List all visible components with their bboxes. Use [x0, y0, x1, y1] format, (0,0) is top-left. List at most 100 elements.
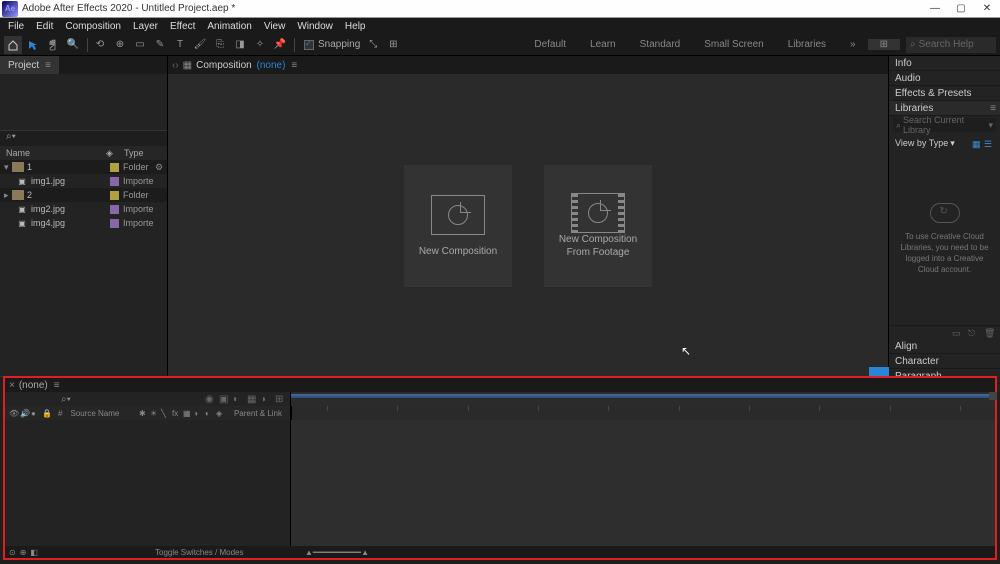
timeline-options-icon[interactable]: ◧ — [30, 548, 38, 557]
label-color-icon[interactable] — [110, 177, 119, 186]
new-composition-button[interactable]: New Composition — [404, 165, 512, 287]
home-tool-icon[interactable] — [4, 36, 22, 54]
workspace-learn[interactable]: Learn — [578, 39, 628, 50]
toggle-switches-icon[interactable]: ⊙ — [9, 548, 16, 557]
orbit-tool-icon[interactable]: ⟲ — [91, 36, 109, 54]
source-name-header[interactable]: Source Name — [70, 409, 119, 418]
audio-panel-tab[interactable]: Audio — [889, 71, 1000, 86]
snap-option2-icon[interactable]: ⊞ — [384, 36, 402, 54]
align-panel-tab[interactable]: Align — [889, 339, 1000, 354]
menu-edit[interactable]: Edit — [30, 21, 59, 32]
panel-menu-icon[interactable]: ≡ — [54, 380, 60, 391]
work-area-handle-icon[interactable] — [989, 392, 997, 400]
audio-toggle-icon[interactable]: 🔊 — [20, 409, 30, 418]
timeline-zoom-slider[interactable]: ▲━━━━━━━━━━▲ — [305, 548, 369, 557]
3d-switch-icon[interactable]: ◈ — [216, 409, 226, 418]
comp-mini-flowchart-icon[interactable]: ◉ — [205, 394, 216, 405]
menu-help[interactable]: Help — [339, 21, 372, 32]
cc-delete-icon[interactable]: 🗑 — [984, 328, 996, 338]
fx-switch-icon[interactable]: fx — [172, 409, 182, 418]
parent-link-header[interactable]: Parent & Link — [234, 409, 282, 418]
info-panel-tab[interactable]: Info — [889, 56, 1000, 71]
libraries-panel-tab[interactable]: Libraries≡ — [889, 101, 1000, 116]
adjustment-switch-icon[interactable]: ◐ — [205, 409, 215, 418]
motionblur-switch-icon[interactable]: ◗ — [194, 409, 204, 418]
cc-add-icon[interactable]: ▭ — [952, 328, 964, 338]
menu-animation[interactable]: Animation — [201, 21, 257, 32]
zoom-tool-icon[interactable]: 🔍 — [64, 36, 82, 54]
text-tool-icon[interactable]: T — [171, 36, 189, 54]
collapse-switch-icon[interactable]: ☀ — [150, 409, 160, 418]
menu-layer[interactable]: Layer — [127, 21, 164, 32]
project-item-row[interactable]: ▣img1.jpgImporte — [0, 174, 167, 188]
search-help-input[interactable]: ⌕ Search Help — [906, 37, 996, 53]
label-color-icon[interactable] — [110, 163, 119, 172]
toggle-switches-modes-button[interactable]: Toggle Switches / Modes — [155, 548, 244, 557]
view-by-type-dropdown[interactable]: View by Type▾ — [895, 138, 955, 149]
motion-blur-icon[interactable]: ◗ — [261, 394, 272, 405]
hide-shy-icon[interactable]: ◐ — [233, 394, 244, 405]
pen-tool-icon[interactable]: ✎ — [151, 36, 169, 54]
graph-editor-icon[interactable]: ⊞ — [275, 394, 286, 405]
panel-menu-icon[interactable]: ≡ — [990, 103, 996, 114]
list-view-icon[interactable]: ☰ — [984, 139, 994, 149]
brush-tool-icon[interactable]: 🖌 — [191, 36, 209, 54]
project-item-row[interactable]: ▣img2.jpgImporte — [0, 202, 167, 216]
character-panel-tab[interactable]: Character — [889, 354, 1000, 369]
project-item-row[interactable]: ▣img4.jpgImporte — [0, 216, 167, 230]
workspace-small-screen[interactable]: Small Screen — [692, 39, 775, 50]
shape-tool-icon[interactable]: ▭ — [131, 36, 149, 54]
menu-view[interactable]: View — [258, 21, 292, 32]
draft3d-icon[interactable]: ▣ — [219, 394, 230, 405]
close-button[interactable]: ✕ — [974, 3, 1000, 14]
shy-switch-icon[interactable]: ✱ — [139, 409, 149, 418]
menu-window[interactable]: Window — [291, 21, 339, 32]
workspace-libraries[interactable]: Libraries — [776, 39, 838, 50]
selection-tool-icon[interactable] — [24, 36, 42, 54]
timeline-marker-icon[interactable]: × — [9, 380, 15, 391]
quality-switch-icon[interactable]: ╲ — [161, 409, 171, 418]
video-toggle-icon[interactable]: 👁 — [9, 409, 19, 418]
eraser-tool-icon[interactable]: ◨ — [231, 36, 249, 54]
label-color-icon[interactable] — [110, 205, 119, 214]
menu-file[interactable]: File — [2, 21, 30, 32]
new-composition-from-footage-button[interactable]: New CompositionFrom Footage — [544, 165, 652, 287]
clone-tool-icon[interactable]: ⎘ — [211, 36, 229, 54]
snapping-checkbox[interactable] — [304, 40, 314, 50]
time-ruler[interactable] — [291, 392, 995, 406]
puppet-tool-icon[interactable]: 📌 — [271, 36, 289, 54]
project-folder-row[interactable]: ▾1Folder⚙ — [0, 160, 167, 174]
library-search-input[interactable]: ⌕Search Current Library▾ — [893, 118, 996, 132]
cc-link-icon[interactable]: ⎋ — [968, 328, 980, 338]
pan-behind-tool-icon[interactable]: ⊕ — [111, 36, 129, 54]
project-col-label-icon[interactable]: ◈ — [106, 148, 124, 159]
maximize-button[interactable]: ▢ — [948, 3, 974, 14]
panel-menu-icon[interactable]: ≡ — [291, 60, 297, 71]
project-folder-row[interactable]: ▸2Folder — [0, 188, 167, 202]
project-search-input[interactable]: ⌕▾ — [0, 130, 167, 146]
label-color-icon[interactable] — [110, 219, 119, 228]
comp-tab-title[interactable]: Composition (none) — [196, 60, 285, 71]
workspace-more-icon[interactable]: » — [838, 39, 868, 50]
grid-view-icon[interactable]: ▦ — [972, 139, 982, 149]
project-col-type[interactable]: Type — [124, 148, 167, 158]
solo-toggle-icon[interactable]: ● — [31, 409, 41, 418]
project-col-name[interactable]: Name — [6, 148, 106, 158]
menu-composition[interactable]: Composition — [59, 21, 127, 32]
lock-toggle-icon[interactable]: 🔒 — [42, 409, 52, 418]
timeline-tab[interactable]: (none) — [19, 380, 48, 391]
panel-menu-icon[interactable]: ≡ — [45, 60, 51, 71]
project-tab[interactable]: Project≡ — [0, 56, 59, 74]
timeline-search-input[interactable]: ⌕▾ — [61, 394, 161, 405]
effects-presets-panel-tab[interactable]: Effects & Presets — [889, 86, 1000, 101]
workspace-standard[interactable]: Standard — [628, 39, 693, 50]
timeline-layer-area[interactable] — [5, 420, 291, 546]
roto-tool-icon[interactable]: ✧ — [251, 36, 269, 54]
workspace-overflow-icon[interactable]: ⊞ — [868, 39, 900, 50]
comp-nav-icon[interactable]: ‹› — [172, 60, 179, 71]
snap-option-icon[interactable]: ⤡ — [364, 36, 382, 54]
timeline-track-area[interactable] — [291, 420, 995, 546]
label-color-icon[interactable] — [110, 191, 119, 200]
frame-blend-icon[interactable]: ▦ — [247, 394, 258, 405]
frameblend-switch-icon[interactable]: ▦ — [183, 409, 193, 418]
